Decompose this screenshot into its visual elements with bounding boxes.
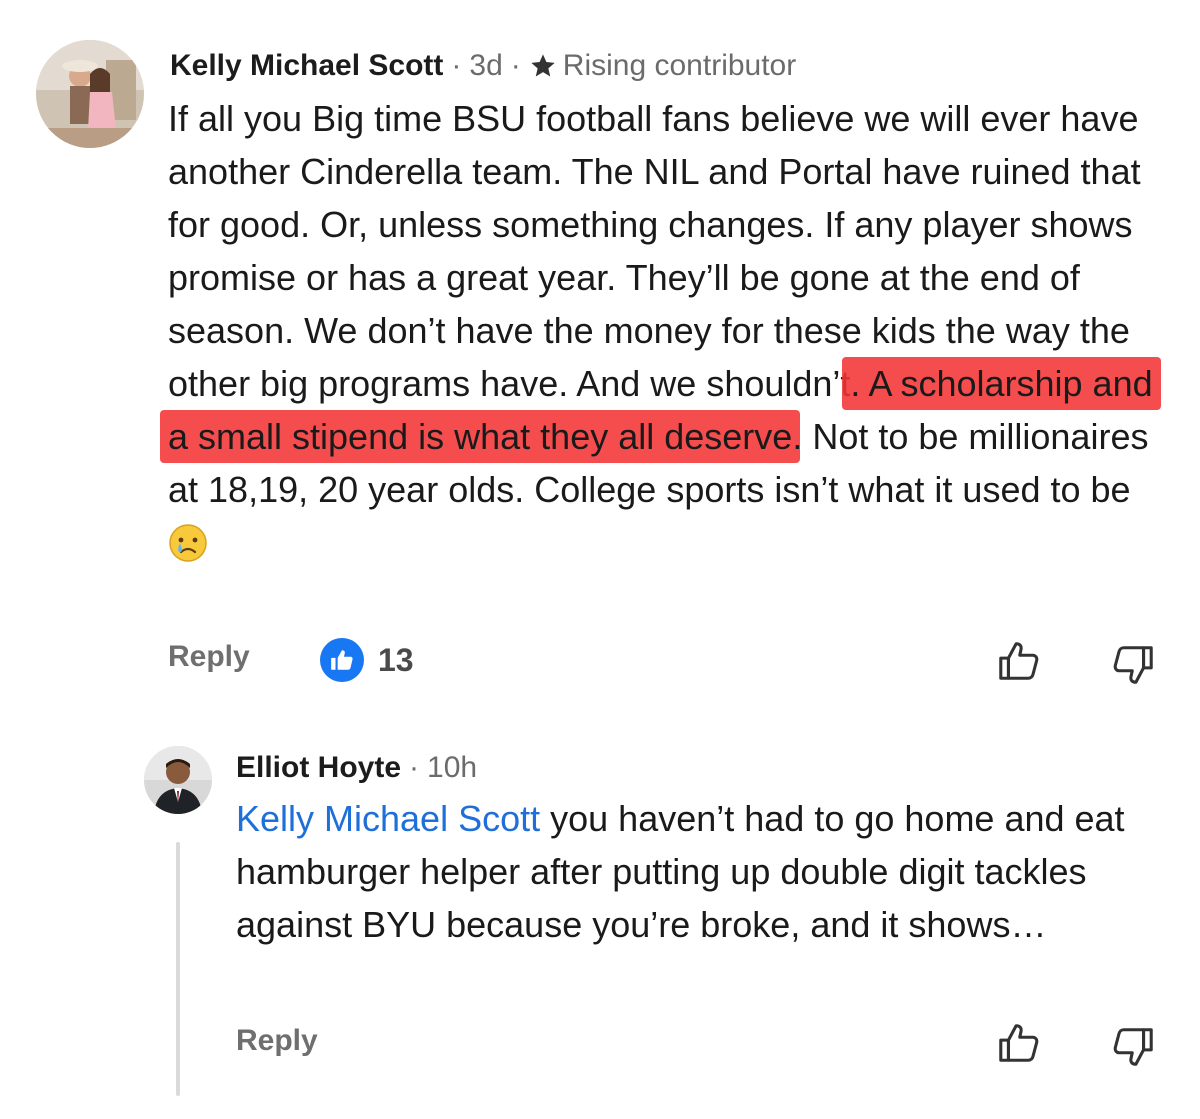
mention-link[interactable]: Kelly Michael Scott: [236, 798, 540, 839]
star-icon: [529, 52, 557, 80]
like-reaction-icon[interactable]: [320, 638, 364, 682]
meta-separator: ·: [409, 751, 420, 784]
contributor-badge: Rising contributor: [562, 49, 797, 82]
comment-meta: Elliot Hoyte · 10h: [236, 746, 477, 790]
meta-separator: ·: [451, 49, 462, 82]
thumbs-up-icon[interactable]: [996, 638, 1042, 689]
reply-button[interactable]: Reply: [236, 1024, 318, 1058]
reply-button[interactable]: Reply: [168, 640, 250, 674]
comment-text: If all you Big time BSU football fans be…: [160, 92, 1168, 577]
like-count: 13: [378, 642, 414, 678]
crying-face-emoji: [168, 523, 208, 577]
comment-meta: Kelly Michael Scott · 3d · Rising contri…: [170, 44, 796, 88]
thumbs-up-icon[interactable]: [996, 1020, 1042, 1071]
timestamp: 10h: [427, 751, 478, 784]
timestamp: 3d: [469, 49, 503, 82]
thread-line: [176, 842, 180, 1096]
author-name[interactable]: Kelly Michael Scott: [170, 49, 443, 83]
avatar[interactable]: [144, 746, 212, 814]
meta-separator: ·: [510, 49, 521, 82]
avatar[interactable]: [36, 40, 144, 148]
thumbs-down-icon[interactable]: [1110, 1024, 1156, 1075]
comment-text: Kelly Michael Scott you haven’t had to g…: [236, 792, 1176, 951]
author-name[interactable]: Elliot Hoyte: [236, 751, 401, 785]
thumbs-down-icon[interactable]: [1110, 642, 1156, 693]
